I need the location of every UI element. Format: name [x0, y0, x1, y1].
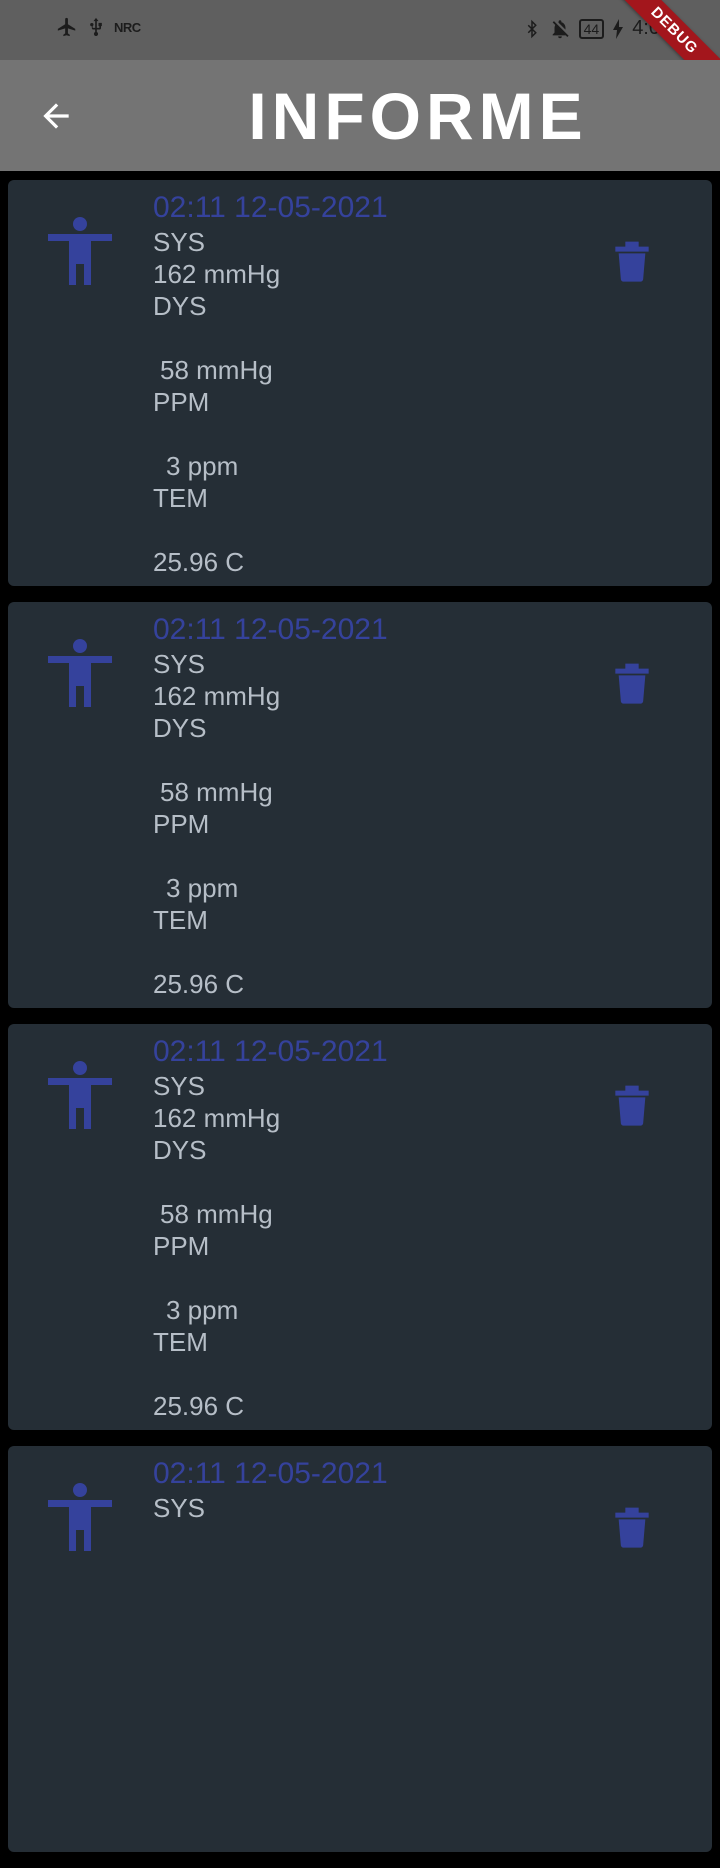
sys-value: 162 mmHg [153, 1103, 281, 1133]
delete-button[interactable] [612, 1504, 652, 1548]
sys-label: SYS [153, 227, 206, 257]
record-datetime: 02:11 12-05-2021 [153, 191, 388, 224]
record-datetime: 02:11 12-05-2021 [153, 1035, 388, 1068]
delete-button[interactable] [612, 1082, 652, 1126]
record-card[interactable]: 02:11 12-05-2021 SYS 162 mmHg DYS 58 mmH… [8, 1024, 712, 1430]
accessibility-person-icon [48, 1483, 112, 1551]
accessibility-person-icon [48, 1061, 112, 1129]
ppm-value: 3 ppm [166, 451, 239, 481]
delete-button[interactable] [612, 238, 652, 282]
ppm-label: PPM [153, 1231, 210, 1261]
nike-run-club-icon: NRC [114, 19, 141, 35]
ppm-label: PPM [153, 809, 210, 839]
record-card[interactable]: 02:11 12-05-2021 SYS [8, 1446, 712, 1852]
page-title: INFORME [248, 79, 588, 153]
bluetooth-icon [527, 19, 537, 38]
record-details: 02:11 12-05-2021 SYS [153, 1456, 388, 1524]
dys-value: 58 mmHg [160, 777, 273, 807]
record-card[interactable]: 02:11 12-05-2021 SYS 162 mmHg DYS 58 mmH… [8, 180, 712, 586]
tem-label: TEM [153, 1327, 208, 1357]
dys-value: 58 mmHg [160, 355, 273, 385]
tem-value: 25.96 C [153, 969, 245, 999]
tem-label: TEM [153, 905, 208, 935]
record-details: 02:11 12-05-2021 SYS 162 mmHg DYS 58 mmH… [153, 190, 388, 578]
notifications-off-icon [552, 19, 569, 38]
charging-icon [613, 18, 624, 39]
dys-value: 58 mmHg [160, 1199, 273, 1229]
sys-value: 162 mmHg [153, 681, 281, 711]
tem-value: 25.96 C [153, 547, 245, 577]
sys-value: 162 mmHg [153, 259, 281, 289]
airplane-icon [57, 17, 76, 37]
dys-label: DYS [153, 1135, 207, 1165]
app-bar: INFORME [0, 60, 720, 171]
delete-button[interactable] [612, 660, 652, 704]
accessibility-person-icon [48, 639, 112, 707]
ppm-value: 3 ppm [166, 1295, 239, 1325]
status-left-icons: NRC [56, 16, 141, 38]
status-bar: NRC 44 4:0 DEBUG [0, 0, 720, 104]
record-card[interactable]: 02:11 12-05-2021 SYS 162 mmHg DYS 58 mmH… [8, 602, 712, 1008]
sys-label: SYS [153, 1493, 206, 1523]
sys-label: SYS [153, 649, 206, 679]
tem-value: 25.96 C [153, 1391, 245, 1421]
record-details: 02:11 12-05-2021 SYS 162 mmHg DYS 58 mmH… [153, 612, 388, 1000]
sys-label: SYS [153, 1071, 206, 1101]
dys-label: DYS [153, 713, 207, 743]
ppm-value: 3 ppm [166, 873, 239, 903]
battery-icon: 44 [578, 18, 605, 39]
tem-label: TEM [153, 483, 208, 513]
record-details: 02:11 12-05-2021 SYS 162 mmHg DYS 58 mmH… [153, 1034, 388, 1422]
records-list[interactable]: 02:11 12-05-2021 SYS 162 mmHg DYS 58 mmH… [8, 180, 712, 1868]
record-datetime: 02:11 12-05-2021 [153, 1457, 388, 1490]
ppm-label: PPM [153, 387, 210, 417]
dys-label: DYS [153, 291, 207, 321]
accessibility-person-icon [48, 217, 112, 285]
status-right-icons: 44 4:0 [523, 17, 660, 40]
record-datetime: 02:11 12-05-2021 [153, 613, 388, 646]
usb-icon [90, 17, 102, 37]
